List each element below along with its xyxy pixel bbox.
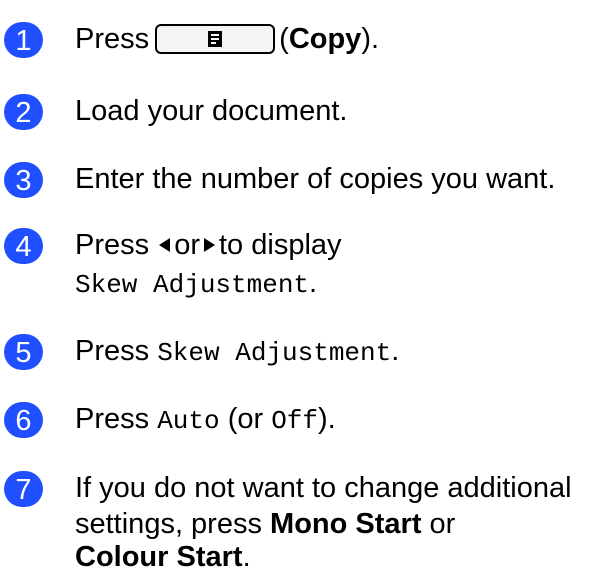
mono-start-key-label: Mono Start (270, 508, 422, 540)
step-number: 1 (15, 25, 31, 57)
paren-close: ). (318, 403, 336, 435)
period: . (391, 335, 400, 367)
step-text-line2: Skew Adjustment. (75, 264, 317, 304)
step-number: 5 (15, 337, 31, 369)
off-option: Off (271, 406, 319, 436)
step-number-badge: 3 (4, 162, 43, 198)
copy-key-icon (155, 24, 276, 54)
right-arrow-icon (204, 238, 215, 252)
step-number: 6 (15, 405, 31, 437)
press-label: Press (75, 403, 150, 435)
step-text: Press Skew Adjustment. (75, 332, 399, 372)
copy-key-label: Copy (288, 23, 362, 55)
step-text-line3: Colour Start. (75, 538, 251, 576)
step-text: Press or to display (75, 226, 342, 264)
skew-adjustment-menu-item: Skew Adjustment (157, 338, 392, 368)
step-number-badge: 6 (4, 402, 43, 438)
colour-start-key-label: Colour Start (75, 541, 243, 573)
step-number-badge: 7 (4, 471, 43, 507)
press-label: Press (75, 23, 150, 55)
step-text: Load your document. (75, 95, 348, 127)
auto-option: Auto (157, 406, 220, 436)
press-label: Press (75, 335, 150, 367)
step-number-badge: 2 (4, 94, 43, 130)
to-display-label: to display (219, 229, 342, 261)
step-number: 2 (15, 97, 31, 129)
paren-open: ( (279, 23, 289, 55)
period: . (309, 267, 318, 299)
step-number: 4 (15, 231, 31, 263)
or-label: or (174, 229, 200, 261)
step-number-badge: 1 (4, 22, 43, 58)
step-text: Press Auto (or Off). (75, 400, 336, 440)
or-open-label: (or (227, 403, 264, 435)
settings-press-label: settings, press (75, 508, 262, 540)
step-number-badge: 4 (4, 228, 43, 264)
period: . (242, 541, 251, 573)
step-number: 7 (15, 474, 31, 506)
step-text: Enter the number of copies you want. (75, 163, 556, 195)
or-label: or (429, 508, 456, 540)
step-text-line1: If you do not want to change additional (75, 472, 572, 504)
step-number-badge: 5 (4, 334, 43, 370)
step-text: Press (Copy). (75, 20, 379, 58)
left-arrow-icon (159, 238, 171, 252)
skew-adjustment-menu-item: Skew Adjustment (75, 270, 310, 300)
copy-document-icon (208, 31, 223, 47)
step-number: 3 (15, 165, 31, 197)
press-label: Press (75, 229, 150, 261)
paren-close: ). (361, 23, 380, 55)
